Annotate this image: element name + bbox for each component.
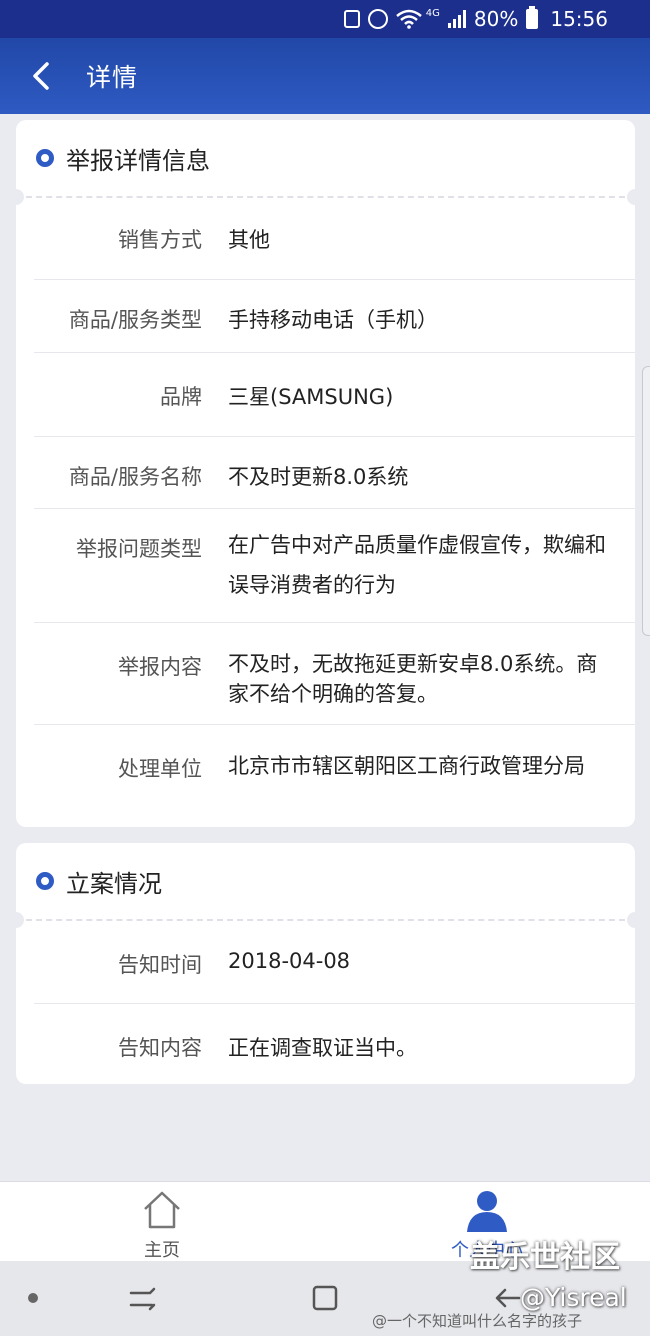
bullet-dot-icon [36,872,54,890]
watermark-weibo: @一个不知道叫什么名字的孩子 [372,1312,583,1330]
chevron-left-icon [33,62,49,90]
wifi-icon [395,9,422,29]
detail-row: 商品/服务类型 手持移动电话（手机） [34,280,635,353]
bullet-dot-icon [36,149,54,167]
home-icon [144,1191,180,1229]
field-label: 商品/服务类型 [68,308,202,332]
field-value: 三星(SAMSUNG) [228,385,394,409]
detail-row: 举报内容 不及时，无故拖延更新安卓8.0系统。商家不给个明确的答复。 [34,623,635,725]
card-title: 立案情况 [66,869,162,898]
notification-icon [343,10,360,28]
field-label: 告知时间 [118,953,202,977]
field-label: 销售方式 [118,228,202,252]
signal-icon [447,10,466,28]
detail-row: 告知时间 2018-04-08 [34,921,635,1004]
user-icon [467,1191,507,1232]
case-status-card: 立案情况 告知时间 2018-04-08 告知内容 正在调查取证当中。 [8,843,643,1084]
nav-home-label: 主页 [144,1240,180,1261]
field-label: 品牌 [160,385,202,409]
field-label: 处理单位 [118,757,202,781]
detail-row: 告知内容 正在调查取证当中。 [34,1004,635,1082]
detail-row: 销售方式 其他 [34,198,635,280]
card-header: 立案情况 [8,843,643,928]
alarm-icon [367,9,388,29]
field-value: 2018-04-08 [228,949,351,973]
detail-row: 品牌 三星(SAMSUNG) [34,353,635,437]
battery-percent: 80% [473,7,519,31]
edge-panel-handle[interactable] [642,366,650,636]
field-value: 手持移动电话（手机） [228,308,438,332]
clock-time: 15:56 [550,7,608,31]
card-header: 举报详情信息 [8,120,643,205]
page-title: 详情 [86,63,139,92]
detail-row: 处理单位 北京市市辖区朝阳区工商行政管理分局 [34,725,635,825]
field-value: 不及时，无故拖延更新安卓8.0系统。商家不给个明确的答复。 [228,652,598,706]
field-value: 其他 [228,228,270,252]
app-header: 详情 [0,38,650,114]
status-bar: 4G 80% 15:56 [0,0,650,38]
report-details-card: 举报详情信息 销售方式 其他 商品/服务类型 手持移动电话（手机） 品牌 三星(… [8,120,643,827]
watermark-handle: @Yisreal [520,1283,627,1312]
detail-row: 举报问题类型 在广告中对产品质量作虚假宣传，欺编和误导消费者的行为 [34,509,635,623]
field-label: 告知内容 [118,1036,202,1060]
field-value: 在广告中对产品质量作虚假宣传，欺编和误导消费者的行为 [228,533,606,597]
field-value: 北京市市辖区朝阳区工商行政管理分局 [228,754,585,778]
field-value: 不及时更新8.0系统 [228,465,409,489]
dot-indicator-icon [28,1293,38,1303]
back-arrow-icon[interactable] [493,1283,523,1313]
field-label: 举报问题类型 [76,537,202,561]
back-button[interactable] [30,38,86,114]
field-label: 举报内容 [118,655,202,679]
card-title: 举报详情信息 [66,146,210,175]
home-square-icon[interactable] [310,1283,340,1313]
field-label: 商品/服务名称 [68,465,202,489]
watermark-brand: 盖乐世社区 [470,1240,620,1275]
recent-apps-icon[interactable] [128,1283,158,1313]
nav-home[interactable]: 主页 [92,1182,232,1262]
detail-row: 商品/服务名称 不及时更新8.0系统 [34,437,635,509]
field-value: 正在调查取证当中。 [228,1036,417,1060]
network-type: 4G [425,8,440,19]
battery-icon [526,6,539,29]
